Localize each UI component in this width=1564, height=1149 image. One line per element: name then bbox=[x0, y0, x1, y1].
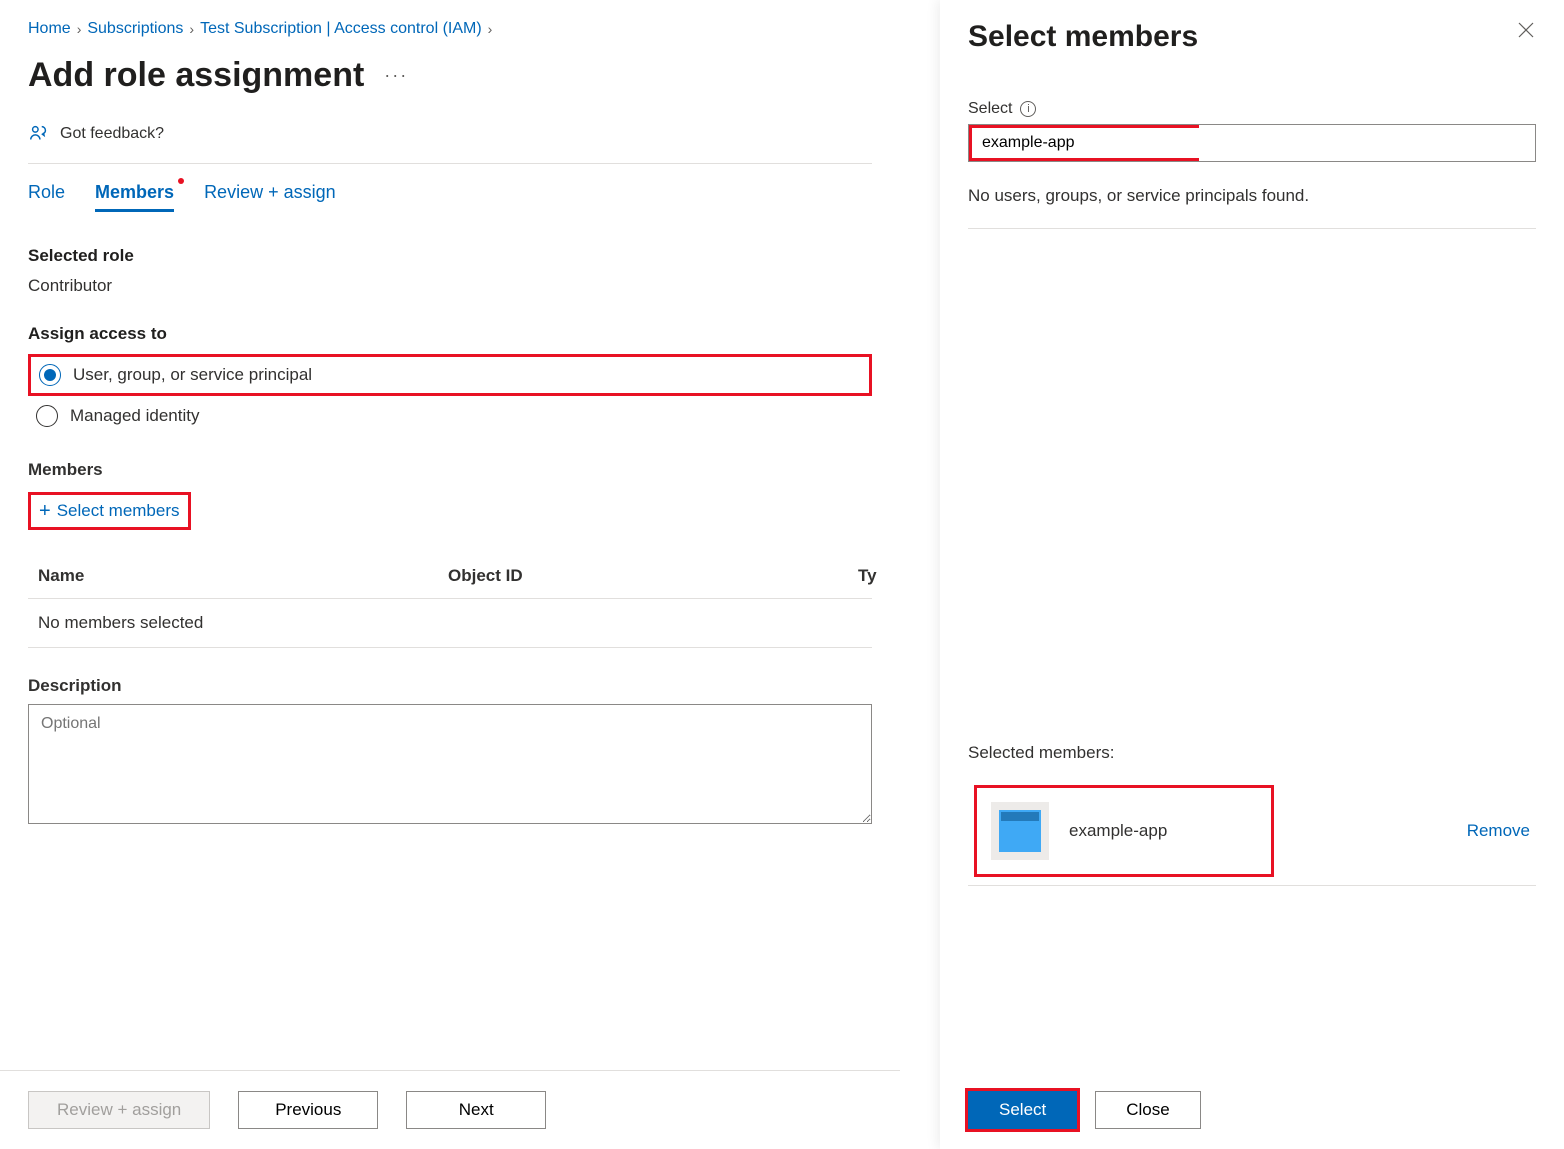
feedback-link[interactable]: Got feedback? bbox=[28, 123, 872, 164]
selected-member-row: example-app Remove bbox=[968, 777, 1536, 886]
radio-managed-identity-label: Managed identity bbox=[70, 406, 199, 426]
close-panel-button[interactable] bbox=[1516, 20, 1536, 44]
col-object-id: Object ID bbox=[448, 566, 858, 586]
breadcrumb: Home › Subscriptions › Test Subscription… bbox=[28, 20, 872, 38]
page-footer: Review + assign Previous Next bbox=[0, 1070, 900, 1149]
radio-checked-icon bbox=[39, 364, 61, 386]
app-tile-icon bbox=[991, 802, 1049, 860]
radio-managed-identity[interactable]: Managed identity bbox=[28, 398, 872, 434]
select-label: Select bbox=[968, 100, 1012, 118]
member-search-wrap bbox=[968, 124, 1536, 162]
selected-members-label: Selected members: bbox=[968, 743, 1536, 763]
selected-role-label: Selected role bbox=[28, 246, 872, 266]
description-input[interactable] bbox=[28, 704, 872, 824]
select-members-link-label: Select members bbox=[57, 501, 180, 521]
col-type: Ty bbox=[858, 566, 877, 586]
member-search-input[interactable] bbox=[982, 134, 1189, 152]
radio-user-group-label: User, group, or service principal bbox=[73, 365, 312, 385]
panel-close-button[interactable]: Close bbox=[1095, 1091, 1200, 1129]
previous-button[interactable]: Previous bbox=[238, 1091, 378, 1129]
feedback-icon bbox=[28, 123, 50, 145]
radio-user-group-principal[interactable]: User, group, or service principal bbox=[28, 354, 872, 396]
plus-icon: + bbox=[39, 501, 51, 521]
tab-indicator-dot-icon bbox=[178, 178, 184, 184]
page-title: Add role assignment bbox=[28, 56, 364, 95]
breadcrumb-subscriptions[interactable]: Subscriptions bbox=[87, 20, 183, 38]
chevron-right-icon: › bbox=[189, 21, 194, 37]
info-icon[interactable]: i bbox=[1020, 101, 1036, 117]
panel-footer: Select Close bbox=[940, 1071, 1564, 1149]
selected-member-name: example-app bbox=[1069, 821, 1167, 841]
breadcrumb-home[interactable]: Home bbox=[28, 20, 71, 38]
more-actions-icon[interactable]: ··· bbox=[384, 65, 408, 86]
chevron-right-icon: › bbox=[488, 21, 493, 37]
no-results-message: No users, groups, or service principals … bbox=[968, 186, 1536, 229]
selected-role-value: Contributor bbox=[28, 276, 872, 296]
select-members-panel: Select members Select i No users, groups… bbox=[940, 0, 1564, 1149]
members-heading: Members bbox=[28, 460, 872, 480]
panel-title: Select members bbox=[968, 20, 1198, 54]
tab-members[interactable]: Members bbox=[95, 182, 174, 212]
panel-select-button[interactable]: Select bbox=[968, 1091, 1077, 1129]
radio-unchecked-icon bbox=[36, 405, 58, 427]
feedback-label: Got feedback? bbox=[60, 125, 164, 143]
close-icon bbox=[1516, 20, 1536, 40]
assign-access-label: Assign access to bbox=[28, 324, 872, 344]
breadcrumb-subscription-detail[interactable]: Test Subscription | Access control (IAM) bbox=[200, 20, 482, 38]
chevron-right-icon: › bbox=[77, 21, 82, 37]
tab-role[interactable]: Role bbox=[28, 182, 65, 212]
tab-review-assign[interactable]: Review + assign bbox=[204, 182, 336, 212]
col-name: Name bbox=[38, 566, 448, 586]
members-table-header: Name Object ID Ty bbox=[28, 566, 872, 598]
tab-members-label: Members bbox=[95, 182, 174, 202]
description-label: Description bbox=[28, 676, 872, 696]
review-assign-button: Review + assign bbox=[28, 1091, 210, 1129]
tabs: Role Members Review + assign bbox=[28, 182, 872, 212]
members-table-empty-row: No members selected bbox=[28, 598, 872, 648]
remove-member-link[interactable]: Remove bbox=[1467, 821, 1530, 841]
select-members-link[interactable]: + Select members bbox=[28, 492, 191, 530]
next-button[interactable]: Next bbox=[406, 1091, 546, 1129]
